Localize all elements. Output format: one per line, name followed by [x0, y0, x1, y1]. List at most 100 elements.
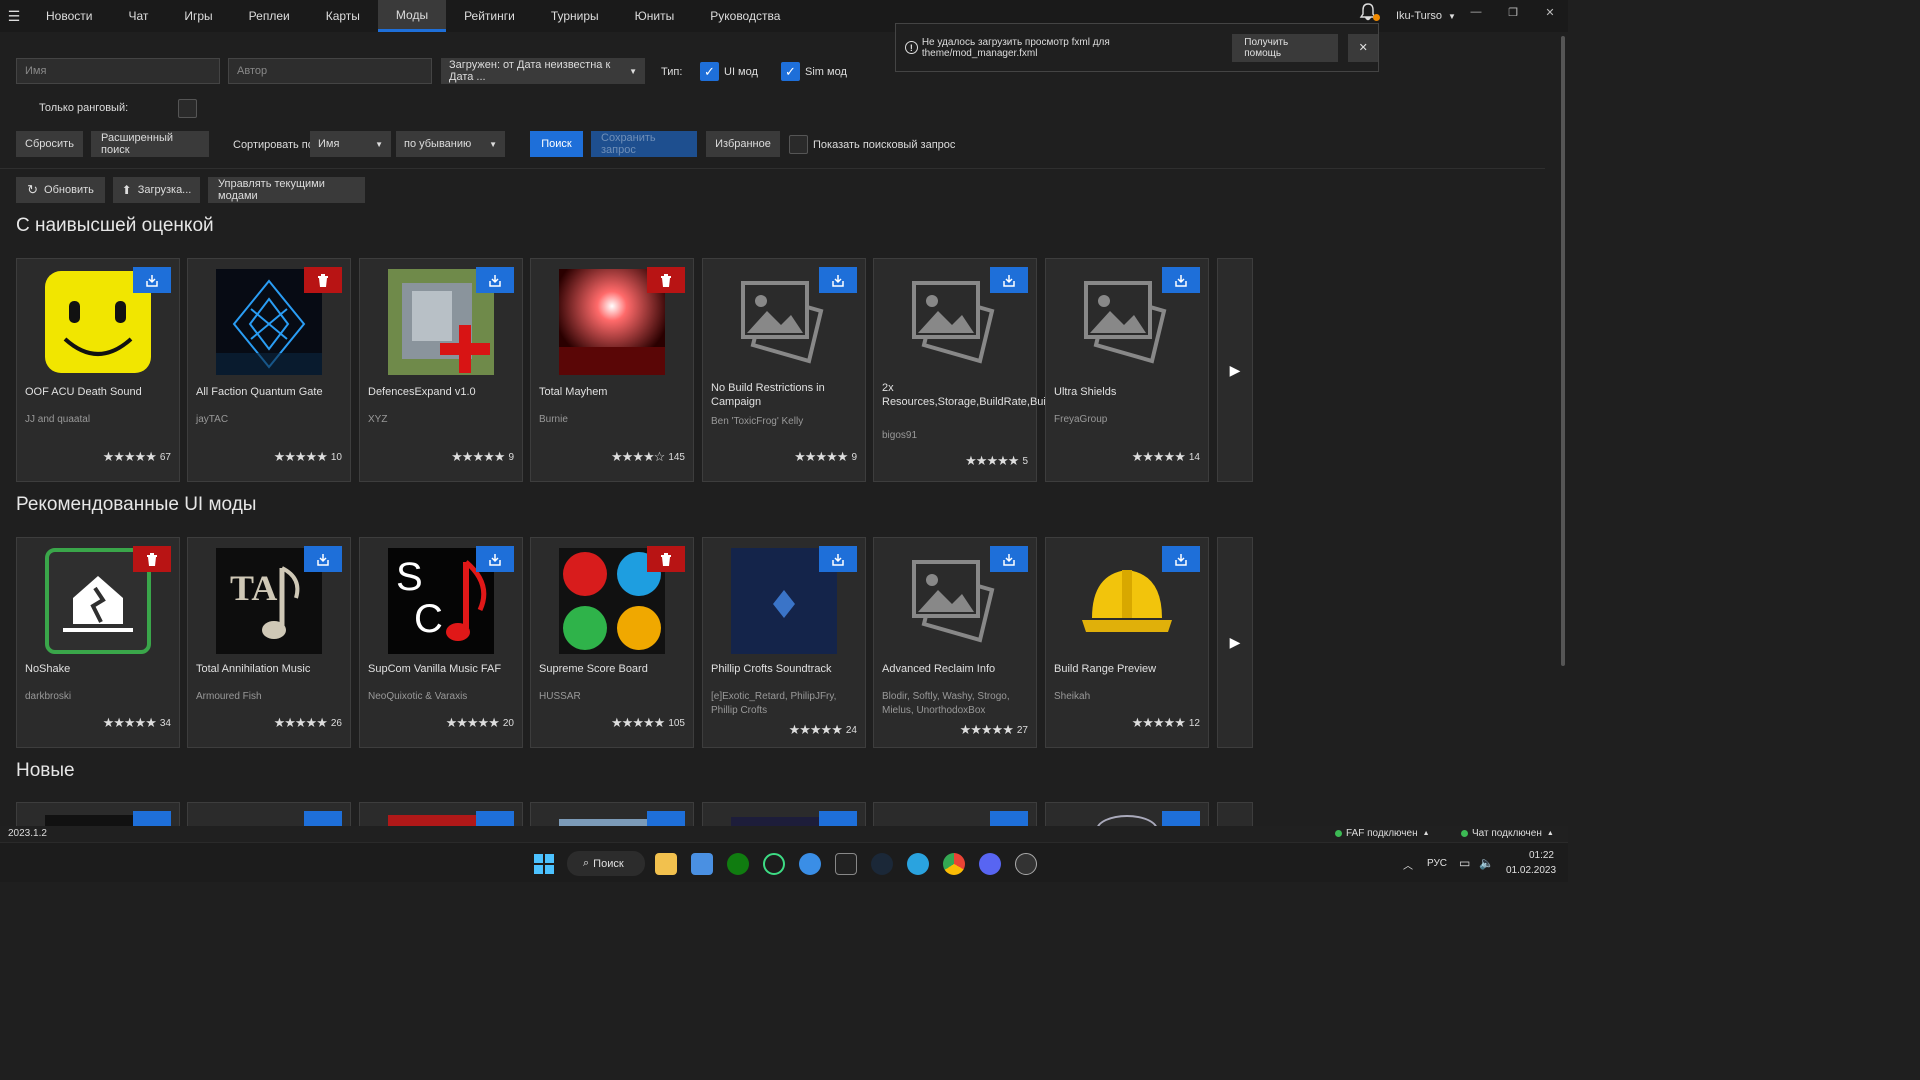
mod-card[interactable]: All Faction Quantum Gate jayTAC ★★★★★ 10: [187, 258, 351, 482]
mod-card[interactable]: Ultra Shields FreyaGroup ★★★★★ 14: [1045, 258, 1209, 482]
ranked-only-checkbox[interactable]: [178, 99, 197, 118]
file-explorer-icon[interactable]: [655, 853, 677, 875]
upwork-icon[interactable]: [763, 853, 785, 875]
app-icon[interactable]: [799, 853, 821, 875]
reset-button[interactable]: Сбросить: [16, 131, 83, 157]
close-window-icon[interactable]: ✕: [1532, 0, 1568, 24]
next-page-button[interactable]: ▶: [1217, 537, 1253, 748]
download-button[interactable]: [1162, 267, 1200, 293]
advanced-search-button[interactable]: Расширенный поиск: [91, 131, 209, 157]
download-button[interactable]: [990, 267, 1028, 293]
mod-card[interactable]: Phillip Crofts Soundtrack [e]Exotic_Retar…: [702, 537, 866, 748]
mod-card[interactable]: S C SupCom Vanilla Music FAF NeoQuixotic & …: [359, 537, 523, 748]
sort-order-select[interactable]: по убыванию ▼: [396, 131, 505, 157]
mod-card[interactable]: Advanced Reclaim Info Blodir, Softly, Was…: [873, 537, 1037, 748]
mod-card[interactable]: Build Range Preview Sheikah ★★★★★ 12: [1045, 537, 1209, 748]
download-button[interactable]: [1162, 546, 1200, 572]
mod-card[interactable]: NoShake darkbroski ★★★★★ 34: [16, 537, 180, 748]
download-button[interactable]: [819, 811, 857, 826]
download-button[interactable]: [990, 811, 1028, 826]
manage-mods-button[interactable]: Управлять текущими модами: [208, 177, 365, 203]
epic-games-icon[interactable]: [835, 853, 857, 875]
save-query-button[interactable]: Сохранить запрос: [591, 131, 697, 157]
close-notification-button[interactable]: ✕: [1348, 33, 1378, 62]
scrollbar[interactable]: [1561, 36, 1565, 666]
uninstall-button[interactable]: [647, 546, 685, 572]
favorites-button[interactable]: Избранное: [706, 131, 780, 157]
name-input[interactable]: Имя: [16, 58, 220, 84]
mod-card[interactable]: [187, 802, 351, 826]
download-button[interactable]: [476, 546, 514, 572]
mod-card[interactable]: [702, 802, 866, 826]
language-indicator[interactable]: РУС: [1427, 858, 1447, 869]
download-button[interactable]: [819, 267, 857, 293]
download-button[interactable]: [647, 811, 685, 826]
show-query-checkbox[interactable]: [789, 135, 808, 154]
ui-mod-checkbox[interactable]: ✓: [700, 62, 719, 81]
tab-chat[interactable]: Чат: [110, 0, 166, 32]
uninstall-button[interactable]: [647, 267, 685, 293]
discord-icon[interactable]: [979, 853, 1001, 875]
network-icon[interactable]: ▭: [1459, 856, 1470, 870]
taskbar-search[interactable]: ⌕ Поиск: [567, 851, 645, 876]
author-input[interactable]: Автор: [228, 58, 432, 84]
mod-card[interactable]: No Build Restrictions in Campaign Ben 'To…: [702, 258, 866, 482]
download-button[interactable]: [133, 267, 171, 293]
user-menu[interactable]: Iku-Turso ▼: [1396, 0, 1456, 32]
tab-units[interactable]: Юниты: [617, 0, 693, 32]
chat-status[interactable]: Чат подключен ▲: [1461, 828, 1554, 839]
menu-icon[interactable]: ☰: [0, 0, 28, 32]
mod-card[interactable]: [530, 802, 694, 826]
mod-card[interactable]: Supreme Score Board HUSSAR ★★★★★ 105: [530, 537, 694, 748]
tab-games[interactable]: Игры: [166, 0, 230, 32]
download-button[interactable]: [476, 267, 514, 293]
tab-news[interactable]: Новости: [28, 0, 110, 32]
sim-mod-checkbox[interactable]: ✓: [781, 62, 800, 81]
mod-card[interactable]: [1045, 802, 1209, 826]
clock-time[interactable]: 01:22: [1508, 850, 1554, 861]
mod-card[interactable]: [359, 802, 523, 826]
tab-replays[interactable]: Реплеи: [231, 0, 308, 32]
tab-mods[interactable]: Моды: [377, 0, 447, 32]
download-button[interactable]: [990, 546, 1028, 572]
get-help-button[interactable]: Получить помощь: [1232, 33, 1339, 62]
download-button[interactable]: [819, 546, 857, 572]
tab-maps[interactable]: Карты: [308, 0, 378, 32]
restore-icon[interactable]: ❐: [1495, 0, 1531, 24]
mod-card[interactable]: [873, 802, 1037, 826]
chevron-up-icon[interactable]: ︿: [1403, 857, 1413, 872]
uninstall-button[interactable]: [133, 546, 171, 572]
download-button[interactable]: [304, 546, 342, 572]
search-button[interactable]: Поиск: [530, 131, 583, 157]
telegram-icon[interactable]: [907, 853, 929, 875]
faf-status[interactable]: FAF подключен ▲: [1335, 828, 1430, 839]
store-icon[interactable]: [691, 853, 713, 875]
mod-card[interactable]: 2x Resources,Storage,BuildRate,BuildRang…: [873, 258, 1087, 482]
next-page-button[interactable]: [1217, 802, 1253, 826]
mod-card[interactable]: DefencesExpand v1.0 XYZ ★★★★★ 9: [359, 258, 523, 482]
chrome-icon[interactable]: [943, 853, 965, 875]
uninstall-button[interactable]: [304, 267, 342, 293]
download-button[interactable]: [304, 811, 342, 826]
download-button[interactable]: [1162, 811, 1200, 826]
refresh-button[interactable]: ↻ Обновить: [16, 177, 105, 203]
steam-icon[interactable]: [871, 853, 893, 875]
volume-icon[interactable]: 🔈: [1479, 856, 1494, 870]
tab-tournaments[interactable]: Турниры: [533, 0, 617, 32]
mod-card[interactable]: Total Mayhem Burnie ★★★★☆ 145: [530, 258, 694, 482]
tab-ratings[interactable]: Рейтинги: [446, 0, 533, 32]
faf-client-icon[interactable]: [1015, 853, 1037, 875]
sort-field-select[interactable]: Имя ▼: [310, 131, 391, 157]
next-page-button[interactable]: ▶: [1217, 258, 1253, 482]
upload-button[interactable]: ⬆ Загрузка...: [113, 177, 200, 203]
mod-card[interactable]: TA Total Annihilation Music Armoured Fish ★…: [187, 537, 351, 748]
download-button[interactable]: [133, 811, 171, 826]
xbox-icon[interactable]: [727, 853, 749, 875]
tab-guides[interactable]: Руководства: [692, 0, 798, 32]
mod-card[interactable]: [16, 802, 180, 826]
download-button[interactable]: [476, 811, 514, 826]
windows-start-icon[interactable]: [534, 854, 554, 874]
mod-card[interactable]: OOF ACU Death Sound JJ and quaatal ★★★★★ 67: [16, 258, 180, 482]
uploaded-date-select[interactable]: Загружен: от Дата неизвестна к Дата ... ▼: [441, 58, 645, 84]
clock-date[interactable]: 01.02.2023: [1506, 865, 1556, 876]
